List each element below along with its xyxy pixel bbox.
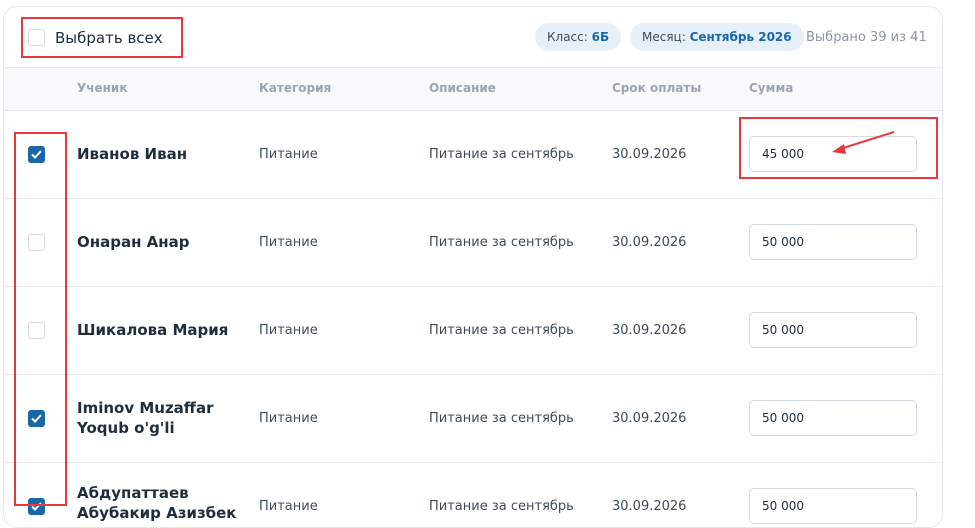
month-badge-value: Сентябрь 2026 (689, 30, 792, 44)
description-cell: Питание за сентябрь (429, 411, 574, 426)
amount-input[interactable] (749, 224, 917, 260)
student-name: Иванов Иван (77, 145, 188, 163)
column-header-student: Ученик (77, 81, 128, 95)
due-date-cell: 30.09.2026 (612, 147, 687, 162)
category-cell: Питание (259, 235, 318, 250)
month-badge: Месяц: Сентябрь 2026 (630, 23, 804, 51)
month-badge-label: Месяц: (642, 30, 686, 44)
student-name: Онаран Анар (77, 233, 190, 251)
table-row: Иванов Иван Питание Питание за сентябрь … (4, 110, 942, 199)
selected-count: Выбрано 39 из 41 (806, 30, 927, 45)
column-header-amount: Сумма (749, 81, 794, 95)
class-badge-label: Класс: (547, 30, 588, 44)
amount-input[interactable] (749, 312, 917, 348)
check-icon (31, 502, 42, 511)
amount-input[interactable] (749, 400, 917, 436)
due-date-cell: 30.09.2026 (612, 411, 687, 426)
column-header-description: Описание (429, 81, 496, 95)
select-all-label[interactable]: Выбрать всех (55, 29, 163, 47)
row-checkbox[interactable] (28, 146, 45, 163)
payments-card: Выбрать всех Класс: 6Б Месяц: Сентябрь 2… (3, 6, 943, 528)
table-row: Шикалова Мария Питание Питание за сентяб… (4, 286, 942, 375)
category-cell: Питание (259, 147, 318, 162)
row-checkbox[interactable] (28, 498, 45, 515)
table-row: Абдупаттаев Абубакир Азизбек Питание Пит… (4, 462, 942, 527)
column-header-category: Категория (259, 81, 332, 95)
row-checkbox[interactable] (28, 410, 45, 427)
category-cell: Питание (259, 411, 318, 426)
check-icon (31, 150, 42, 159)
student-name: Iminov Muzaffar Yoqub o'g'li (77, 399, 214, 437)
due-date-cell: 30.09.2026 (612, 235, 687, 250)
table-row: Онаран Анар Питание Питание за сентябрь … (4, 198, 942, 287)
class-badge: Класс: 6Б (535, 23, 622, 51)
amount-input[interactable] (749, 488, 917, 524)
class-badge-value: 6Б (591, 30, 610, 44)
annotation-arrow-icon (832, 131, 895, 154)
description-cell: Питание за сентябрь (429, 499, 574, 514)
description-cell: Питание за сентябрь (429, 147, 574, 162)
row-checkbox[interactable] (28, 234, 45, 251)
student-name: Абдупаттаев Абубакир Азизбек (77, 484, 237, 522)
category-cell: Питание (259, 499, 318, 514)
toolbar: Выбрать всех Класс: 6Б Месяц: Сентябрь 2… (4, 7, 942, 67)
table-row: Iminov Muzaffar Yoqub o'g'li Питание Пит… (4, 374, 942, 463)
description-cell: Питание за сентябрь (429, 235, 574, 250)
category-cell: Питание (259, 323, 318, 338)
due-date-cell: 30.09.2026 (612, 323, 687, 338)
column-header-due: Срок оплаты (612, 81, 702, 95)
student-name: Шикалова Мария (77, 321, 229, 339)
check-icon (31, 414, 42, 423)
description-cell: Питание за сентябрь (429, 323, 574, 338)
select-all-checkbox[interactable] (28, 29, 45, 46)
table-header: Ученик Категория Описание Срок оплаты Су… (4, 67, 942, 111)
due-date-cell: 30.09.2026 (612, 499, 687, 514)
row-checkbox[interactable] (28, 322, 45, 339)
